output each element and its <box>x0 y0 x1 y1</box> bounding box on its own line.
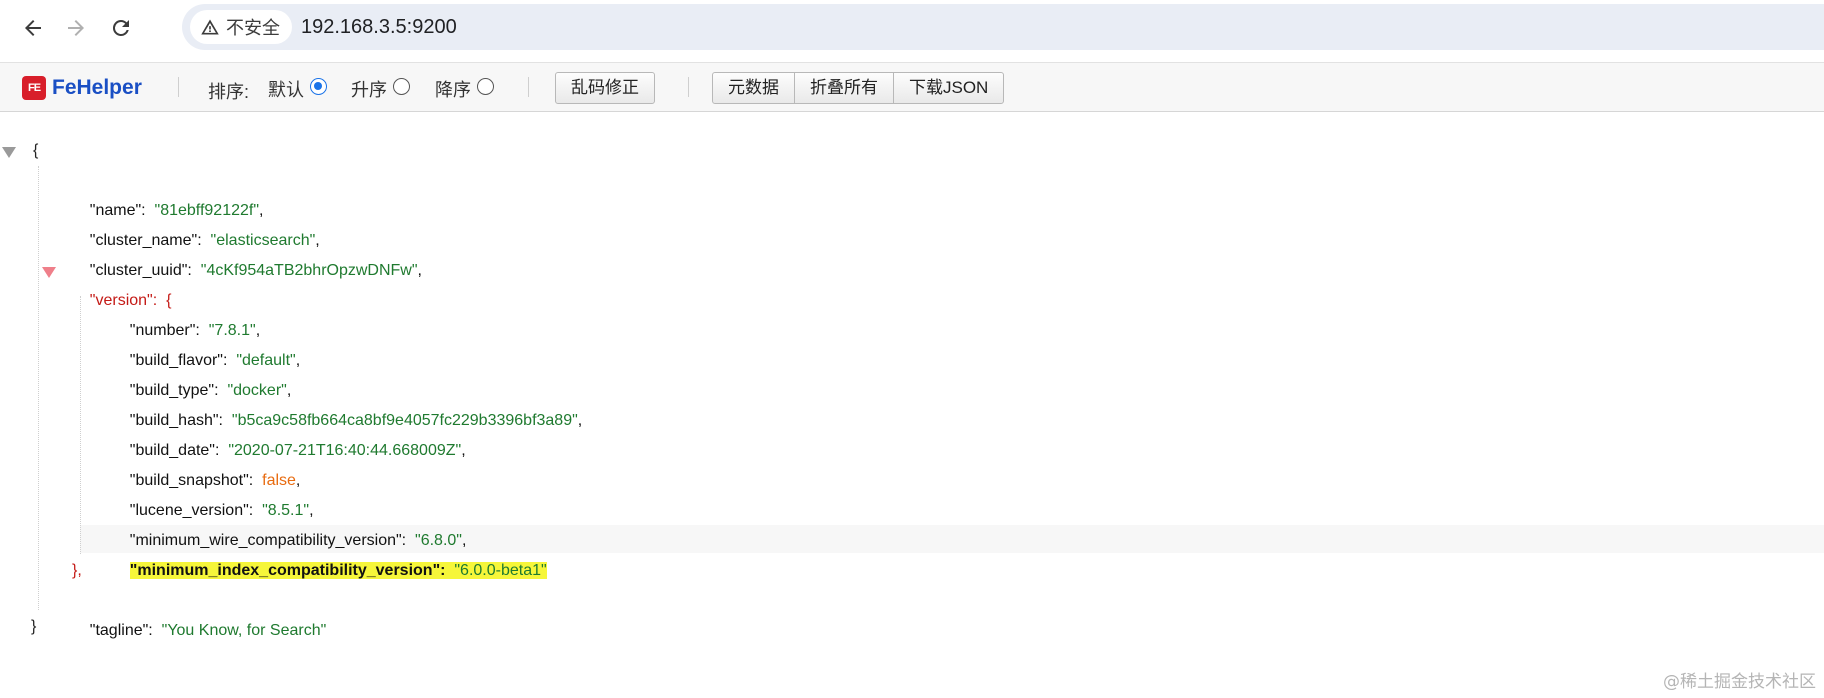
fehelper-logo-text: FeHelper <box>52 76 142 99</box>
collapse-version-icon[interactable] <box>42 267 56 278</box>
back-button[interactable] <box>13 8 53 48</box>
sort-asc-option[interactable]: 升序 <box>351 76 410 102</box>
toolbar-button-group: 元数据 折叠所有 下载JSON <box>712 72 1005 104</box>
json-row: "build_flavor": "default", <box>129 352 301 369</box>
json-key: "tagline" <box>89 622 149 639</box>
security-label: 不安全 <box>226 18 280 38</box>
reload-icon <box>112 19 129 36</box>
json-row: "tagline": "You Know, for Search" <box>89 622 327 639</box>
toolbar-divider <box>178 77 179 97</box>
sort-asc-radio[interactable] <box>393 77 410 95</box>
fehelper-logo: FE FeHelper <box>22 76 142 100</box>
fix-encoding-button[interactable]: 乱码修正 <box>555 72 655 104</box>
warning-icon <box>201 19 219 35</box>
omnibox[interactable]: 不安全 192.168.3.5:9200 <box>182 4 1824 50</box>
json-row: "cluster_name": "elasticsearch", <box>89 232 320 249</box>
json-close-brace: } <box>31 618 37 635</box>
json-row-highlighted[interactable]: "minimum_index_compatibility_version": "… <box>112 526 547 579</box>
json-string-value: "4cKf954aTB2bhrOpzwDNFw" <box>200 262 418 279</box>
sort-asc-label: 升序 <box>351 80 387 100</box>
sort-label: 排序: <box>208 82 250 102</box>
json-open-brace: { <box>33 142 39 159</box>
forward-button[interactable] <box>56 8 96 48</box>
json-row: "cluster_uuid": "4cKf954aTB2bhrOpzwDNFw"… <box>89 262 422 279</box>
watermark: @稀土掘金技术社区 <box>1663 672 1816 692</box>
json-row: "build_date": "2020-07-21T16:40:44.66800… <box>129 442 466 459</box>
json-row: "build_snapshot": false, <box>129 472 301 489</box>
security-chip[interactable]: 不安全 <box>190 10 292 44</box>
collapse-all-button[interactable]: 折叠所有 <box>794 72 894 104</box>
toolbar-divider <box>528 77 529 97</box>
sort-default-radio[interactable] <box>310 77 327 95</box>
json-row: "build_hash": "b5ca9c58fb664ca8bf9e4057f… <box>129 412 583 429</box>
reload-button[interactable] <box>101 8 141 48</box>
browser-address-bar: 不安全 192.168.3.5:9200 <box>0 0 1824 56</box>
collapse-root-icon[interactable] <box>2 147 16 158</box>
fehelper-toolbar: FE FeHelper 排序: 默认 升序 降序 乱码修正 元数据 折叠所有 下… <box>0 62 1824 112</box>
json-row: "lucene_version": "8.5.1", <box>129 502 314 519</box>
sort-default-option[interactable]: 默认 <box>268 76 327 102</box>
arrow-right-icon <box>68 20 84 36</box>
json-row: "name": "81ebff92122f", <box>89 202 264 219</box>
sort-default-label: 默认 <box>268 80 304 100</box>
toolbar-divider <box>688 77 689 97</box>
sort-desc-radio[interactable] <box>477 77 494 95</box>
json-key: "minimum_index_compatibility_version" <box>129 562 441 579</box>
json-row: "build_type": "docker", <box>129 382 292 399</box>
highlighted-entry: "minimum_index_compatibility_version": "… <box>129 562 547 579</box>
indent-guide <box>38 166 39 610</box>
fehelper-logo-icon: FE <box>22 76 46 100</box>
url-text[interactable]: 192.168.3.5:9200 <box>301 4 457 50</box>
sort-desc-option[interactable]: 降序 <box>435 76 494 102</box>
json-string-value: "You Know, for Search" <box>161 622 327 639</box>
arrow-left-icon <box>25 20 41 36</box>
download-json-button[interactable]: 下载JSON <box>893 72 1005 104</box>
json-string-value: "6.0.0-beta1" <box>454 562 547 579</box>
json-row-version[interactable]: "version": { <box>72 256 172 309</box>
sort-desc-label: 降序 <box>435 80 471 100</box>
json-row: "number": "7.8.1", <box>129 322 261 339</box>
raw-data-button[interactable]: 元数据 <box>712 72 795 104</box>
json-close-brace-version: }, <box>72 562 82 579</box>
json-row: "minimum_wire_compatibility_version": "6… <box>129 532 467 549</box>
